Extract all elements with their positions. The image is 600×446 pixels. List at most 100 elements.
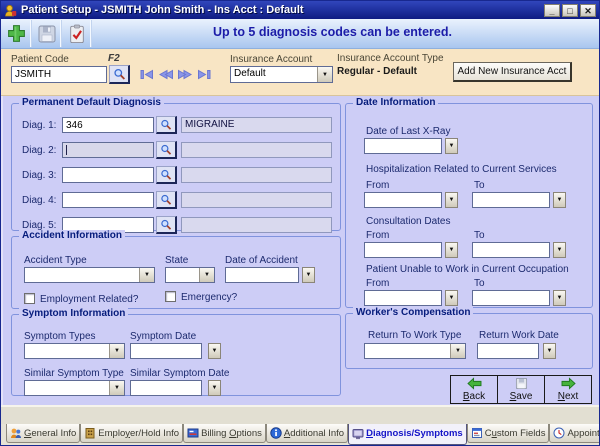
diag3-code-input[interactable] (62, 167, 154, 183)
verify-button[interactable] (62, 20, 92, 47)
add-record-button[interactable] (2, 20, 32, 47)
next-button[interactable]: Next (544, 375, 592, 404)
employment-related-checkbox[interactable] (24, 293, 35, 304)
consultation-from-drop-icon[interactable]: ▼ (445, 242, 458, 258)
symptom-date-input[interactable] (130, 343, 202, 359)
add-new-insurance-button[interactable]: Add New Insurance Acct (453, 62, 572, 82)
info-icon (270, 427, 282, 439)
next-button-label: Next (558, 391, 579, 402)
consultation-from-input[interactable] (364, 242, 442, 258)
title-bar: Patient Setup - JSMITH John Smith - Ins … (1, 1, 599, 19)
diag2-code-input[interactable] (62, 142, 154, 158)
app-icon (4, 4, 17, 17)
previous-record-icon[interactable] (159, 69, 173, 80)
unable-from-input[interactable] (364, 290, 442, 306)
unable-to-input[interactable] (472, 290, 550, 306)
group-title: Worker's Compensation (353, 307, 473, 318)
unable-from-drop-icon[interactable]: ▼ (445, 290, 458, 306)
tab-diagnosis-symptoms[interactable]: Diagnosis/Symptoms (348, 424, 467, 445)
patient-code-input[interactable] (11, 66, 107, 83)
diag1-search-button[interactable] (156, 116, 177, 134)
diag4-search-button[interactable] (156, 191, 177, 209)
date-of-accident-drop-icon[interactable]: ▼ (302, 267, 315, 283)
insurance-account-select[interactable]: Default ▼ (230, 66, 333, 83)
diag2-label: Diag. 2: (22, 145, 56, 156)
maximize-icon[interactable]: □ (562, 4, 578, 17)
tab-employer-hold-info[interactable]: Employer/Hold Info (80, 424, 183, 443)
diag3-label: Diag. 3: (22, 170, 56, 181)
xray-date-drop-icon[interactable]: ▼ (445, 138, 458, 154)
minimize-icon[interactable]: _ (544, 4, 560, 17)
chevron-down-icon[interactable]: ▼ (317, 67, 332, 82)
bottom-strip (1, 405, 599, 424)
symptom-date-drop-icon[interactable]: ▼ (208, 343, 221, 359)
clipboard-check-icon (68, 24, 86, 44)
tab-label: Appointments (567, 428, 599, 439)
first-record-icon[interactable] (140, 69, 154, 80)
chevron-down-icon[interactable]: ▼ (109, 381, 124, 395)
diagnosis-icon (352, 428, 364, 440)
xray-date-input[interactable] (364, 138, 442, 154)
plus-icon (6, 23, 27, 44)
emergency-checkbox[interactable] (165, 291, 176, 302)
state-select[interactable]: ▼ (165, 267, 215, 283)
similar-symptom-date-input[interactable] (130, 380, 202, 396)
tab-custom-fields[interactable]: Custom Fields (467, 424, 550, 443)
back-button[interactable]: Back (450, 375, 498, 404)
tab-billing-options[interactable]: Billing Options (183, 424, 266, 443)
insurance-account-type-value: Regular - Default (337, 66, 417, 77)
diag5-description (181, 217, 332, 233)
diag1-code-input[interactable] (62, 117, 154, 133)
hospitalization-to-drop-icon[interactable]: ▼ (553, 192, 566, 208)
tab-general-info[interactable]: General Info (6, 424, 80, 443)
return-work-date-drop-icon[interactable]: ▼ (543, 343, 556, 359)
return-work-date-input[interactable] (477, 343, 539, 359)
date-info-group: Date Information Date of Last X-Ray ▼ Ho… (345, 103, 593, 308)
diag2-search-button[interactable] (156, 141, 177, 159)
magnifier-icon (160, 169, 172, 181)
diag5-search-button[interactable] (156, 216, 177, 234)
chevron-down-icon[interactable]: ▼ (109, 344, 124, 358)
consultation-to-input[interactable] (472, 242, 550, 258)
back-button-label: Back (463, 391, 485, 402)
diag4-code-input[interactable] (62, 192, 154, 208)
consultation-to-drop-icon[interactable]: ▼ (553, 242, 566, 258)
tab-appointments[interactable]: Appointments (549, 424, 599, 443)
next-record-icon[interactable] (178, 69, 192, 80)
hospitalization-from-drop-icon[interactable]: ▼ (445, 192, 458, 208)
hospitalization-from-input[interactable] (364, 192, 442, 208)
tab-additional-info[interactable]: Additional Info (266, 424, 348, 443)
diag1-label: Diag. 1: (22, 120, 56, 131)
f2-hint: F2 (108, 53, 120, 64)
magnifier-icon (113, 68, 126, 81)
diag3-search-button[interactable] (156, 166, 177, 184)
return-to-work-type-select[interactable]: ▼ (364, 343, 466, 359)
patient-code-label: Patient Code (11, 54, 69, 65)
symptom-types-select[interactable]: ▼ (24, 343, 125, 359)
date-of-accident-input[interactable] (225, 267, 299, 283)
hospitalization-to-input[interactable] (472, 192, 550, 208)
from-label: From (366, 230, 389, 241)
close-icon[interactable]: ✕ (580, 4, 596, 17)
return-to-work-type-label: Return To Work Type (368, 330, 461, 341)
save-button[interactable]: Save (497, 375, 545, 404)
magnifier-icon (160, 219, 172, 231)
save-button-label: Save (510, 391, 533, 402)
similar-symptom-type-select[interactable]: ▼ (24, 380, 125, 396)
insurance-account-label: Insurance Account (230, 54, 312, 65)
similar-symptom-date-drop-icon[interactable]: ▼ (208, 380, 221, 396)
chevron-down-icon[interactable]: ▼ (139, 268, 154, 282)
similar-symptom-date-label: Similar Symptom Date (130, 368, 229, 379)
magnifier-icon (160, 144, 172, 156)
from-label: From (366, 180, 389, 191)
accident-type-select[interactable]: ▼ (24, 267, 155, 283)
building-icon (84, 427, 96, 439)
tab-label: Diagnosis/Symptoms (366, 428, 463, 439)
patient-search-button[interactable] (109, 65, 130, 84)
diag3-description (181, 167, 332, 183)
unable-to-drop-icon[interactable]: ▼ (553, 290, 566, 306)
chevron-down-icon[interactable]: ▼ (199, 268, 214, 282)
save-record-button[interactable] (32, 20, 62, 47)
chevron-down-icon[interactable]: ▼ (450, 344, 465, 358)
last-record-icon[interactable] (197, 69, 211, 80)
